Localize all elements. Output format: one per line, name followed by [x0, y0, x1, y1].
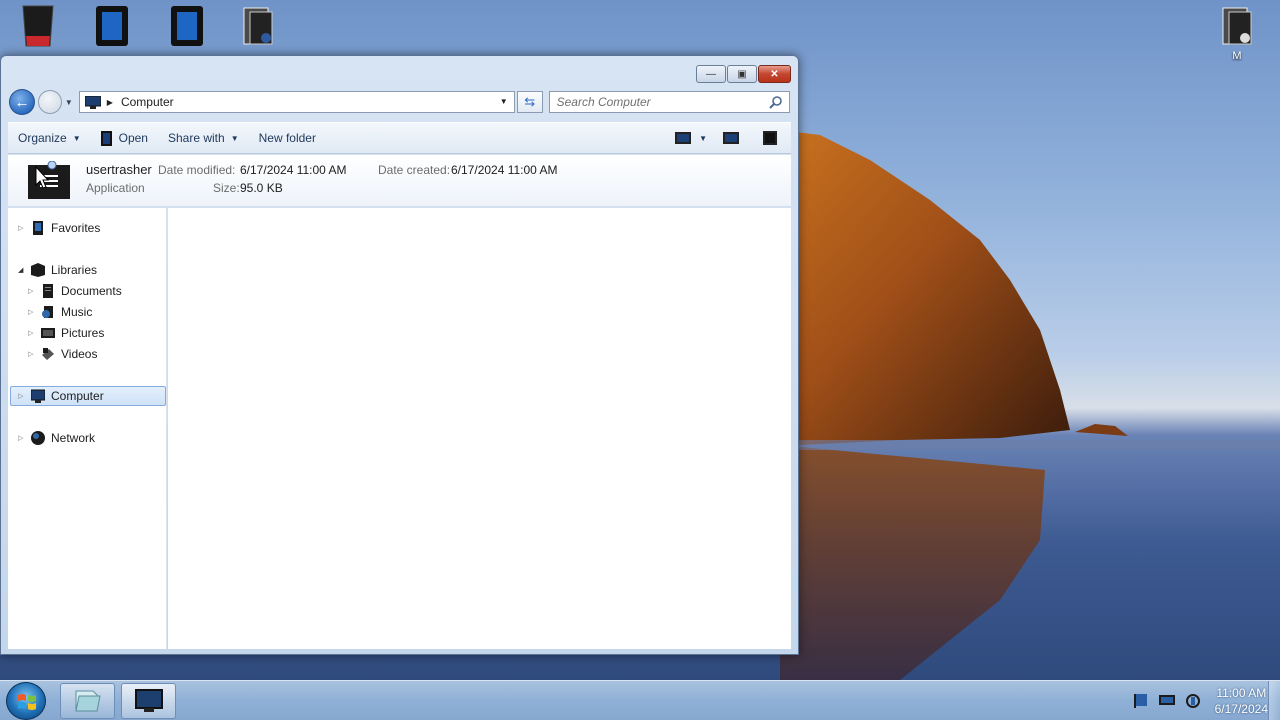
file-name: usertrasher: [86, 162, 152, 177]
change-view-icon[interactable]: [675, 132, 692, 144]
nav-item-libraries[interactable]: ◢ Libraries: [18, 260, 97, 280]
taskbar-explorer-button[interactable]: [121, 683, 176, 719]
size-label: Size:: [213, 181, 240, 195]
videos-icon: [42, 348, 54, 360]
view-options-dropdown[interactable]: ▼: [699, 134, 707, 143]
favorites-icon: [33, 221, 43, 235]
volume-icon[interactable]: [1185, 694, 1201, 708]
chevron-down-icon: ▼: [230, 133, 239, 143]
taskbar-file-manager-button[interactable]: [60, 683, 115, 719]
application-icon: [28, 161, 70, 199]
address-dropdown-icon[interactable]: ▼: [500, 97, 508, 106]
close-button[interactable]: ✕: [758, 65, 791, 83]
libraries-icon: [31, 263, 45, 277]
nav-label: Libraries: [51, 263, 98, 277]
flag-notification-icon[interactable]: [1133, 694, 1149, 708]
show-desktop-button[interactable]: [1268, 681, 1280, 720]
computer-icon: [134, 689, 163, 712]
breadcrumb-computer[interactable]: Computer: [121, 95, 174, 109]
expand-icon[interactable]: ▷: [18, 434, 28, 442]
nav-label: Favorites: [51, 221, 101, 235]
caption-buttons: — ▣ ✕: [696, 65, 791, 83]
maximize-button[interactable]: ▣: [727, 65, 757, 83]
organize-label: Organize: [18, 131, 67, 145]
nav-item-music[interactable]: ▷ Music: [28, 302, 92, 322]
address-bar[interactable]: ▶ Computer ▼: [78, 91, 515, 113]
nav-item-favorites[interactable]: ▷ Favorites: [18, 218, 100, 238]
date-created-value: 6/17/2024 11:00 AM: [451, 163, 558, 177]
nav-label: Documents: [61, 284, 122, 298]
expand-icon[interactable]: ▷: [28, 350, 38, 358]
start-button[interactable]: [6, 682, 46, 720]
view-controls: ▼: [675, 131, 791, 145]
expand-icon[interactable]: ▷: [28, 329, 38, 337]
expand-icon[interactable]: ▷: [18, 392, 28, 400]
nav-label: Network: [51, 431, 96, 445]
minimize-button[interactable]: —: [696, 65, 726, 83]
expand-icon[interactable]: ▷: [18, 224, 28, 232]
pictures-icon: [41, 328, 55, 338]
new-folder-label: New folder: [258, 131, 316, 145]
search-input[interactable]: [549, 95, 760, 109]
chevron-down-icon: ▼: [72, 133, 81, 143]
date-modified-label: Date modified:: [158, 163, 236, 177]
search-icon[interactable]: [769, 95, 783, 109]
open-label: Open: [118, 131, 148, 145]
computer-icon: [84, 95, 101, 109]
size-value: 95.0 KB: [240, 181, 283, 195]
monitor-icon[interactable]: [1158, 694, 1175, 708]
command-bar: Organize ▼ Open Share with ▼ New folder …: [8, 122, 791, 154]
nav-label: Videos: [61, 347, 98, 361]
explorer-window[interactable]: — ▣ ✕ ← ▼ ▶ Computer ▼ ⇆ Organize ▼: [0, 55, 799, 655]
nav-item-documents[interactable]: ▷ Documents: [28, 281, 122, 301]
nav-label: Pictures: [61, 326, 105, 340]
desktop: M — ▣ ✕ ← ▼ ▶ Computer ▼ ⇆ Search Comput…: [0, 0, 1280, 680]
nav-item-videos[interactable]: ▷ Videos: [28, 344, 97, 364]
open-icon: [100, 130, 112, 146]
nav-item-network[interactable]: ▷ Network: [18, 428, 95, 448]
nav-label: Music: [61, 305, 93, 319]
nav-label: Computer: [51, 389, 104, 403]
clock-time: 11:00 AM: [1216, 686, 1267, 700]
recent-pages-dropdown[interactable]: ▼: [65, 98, 73, 107]
forward-button[interactable]: [37, 90, 62, 114]
windows-logo-icon: [18, 694, 36, 710]
share-with-button[interactable]: Share with ▼: [158, 126, 249, 150]
network-icon: [31, 431, 45, 445]
expand-icon[interactable]: ▷: [28, 287, 38, 295]
breadcrumb-chevron-icon[interactable]: ▶: [107, 98, 113, 107]
share-with-label: Share with: [167, 131, 225, 145]
new-folder-button[interactable]: New folder: [249, 126, 326, 150]
music-icon: [42, 306, 53, 318]
clock-date: 6/17/2024: [1214, 702, 1268, 716]
details-pane: usertrasher Application Date modified: 6…: [8, 155, 791, 207]
taskbar: 11:00 AM 6/17/2024: [0, 680, 1280, 720]
collapse-icon[interactable]: ◢: [18, 266, 28, 274]
file-manager-icon: [74, 690, 101, 712]
back-button[interactable]: ←: [9, 89, 35, 115]
nav-item-computer[interactable]: ▷ Computer: [10, 386, 166, 406]
search-box[interactable]: [548, 91, 790, 113]
file-type: Application: [86, 181, 145, 195]
document-folder-icon-right[interactable]: M: [1207, 4, 1267, 64]
refresh-button[interactable]: ⇆: [516, 91, 543, 113]
system-tray: 11:00 AM 6/17/2024: [1133, 681, 1268, 720]
preview-pane-icon[interactable]: [723, 132, 739, 144]
help-icon[interactable]: [763, 131, 777, 145]
file-list-area[interactable]: [168, 208, 791, 649]
documents-icon: [43, 284, 53, 298]
date-modified-value: 6/17/2024 11:00 AM: [240, 163, 347, 177]
desktop-icon-label: M: [1232, 50, 1242, 62]
clock[interactable]: 11:00 AM 6/17/2024: [1215, 685, 1268, 717]
expand-icon[interactable]: ▷: [28, 308, 38, 316]
computer-icon: [31, 389, 45, 403]
date-created-label: Date created:: [378, 163, 451, 177]
address-row: ← ▼ ▶ Computer ▼ ⇆: [9, 89, 790, 115]
organize-button[interactable]: Organize ▼: [8, 126, 91, 150]
nav-item-pictures[interactable]: ▷ Pictures: [28, 323, 104, 343]
navigation-pane[interactable]: ▷ Favorites ◢ Libraries ▷ Documents ▷ Mu…: [8, 208, 167, 649]
open-button[interactable]: Open: [91, 126, 158, 150]
